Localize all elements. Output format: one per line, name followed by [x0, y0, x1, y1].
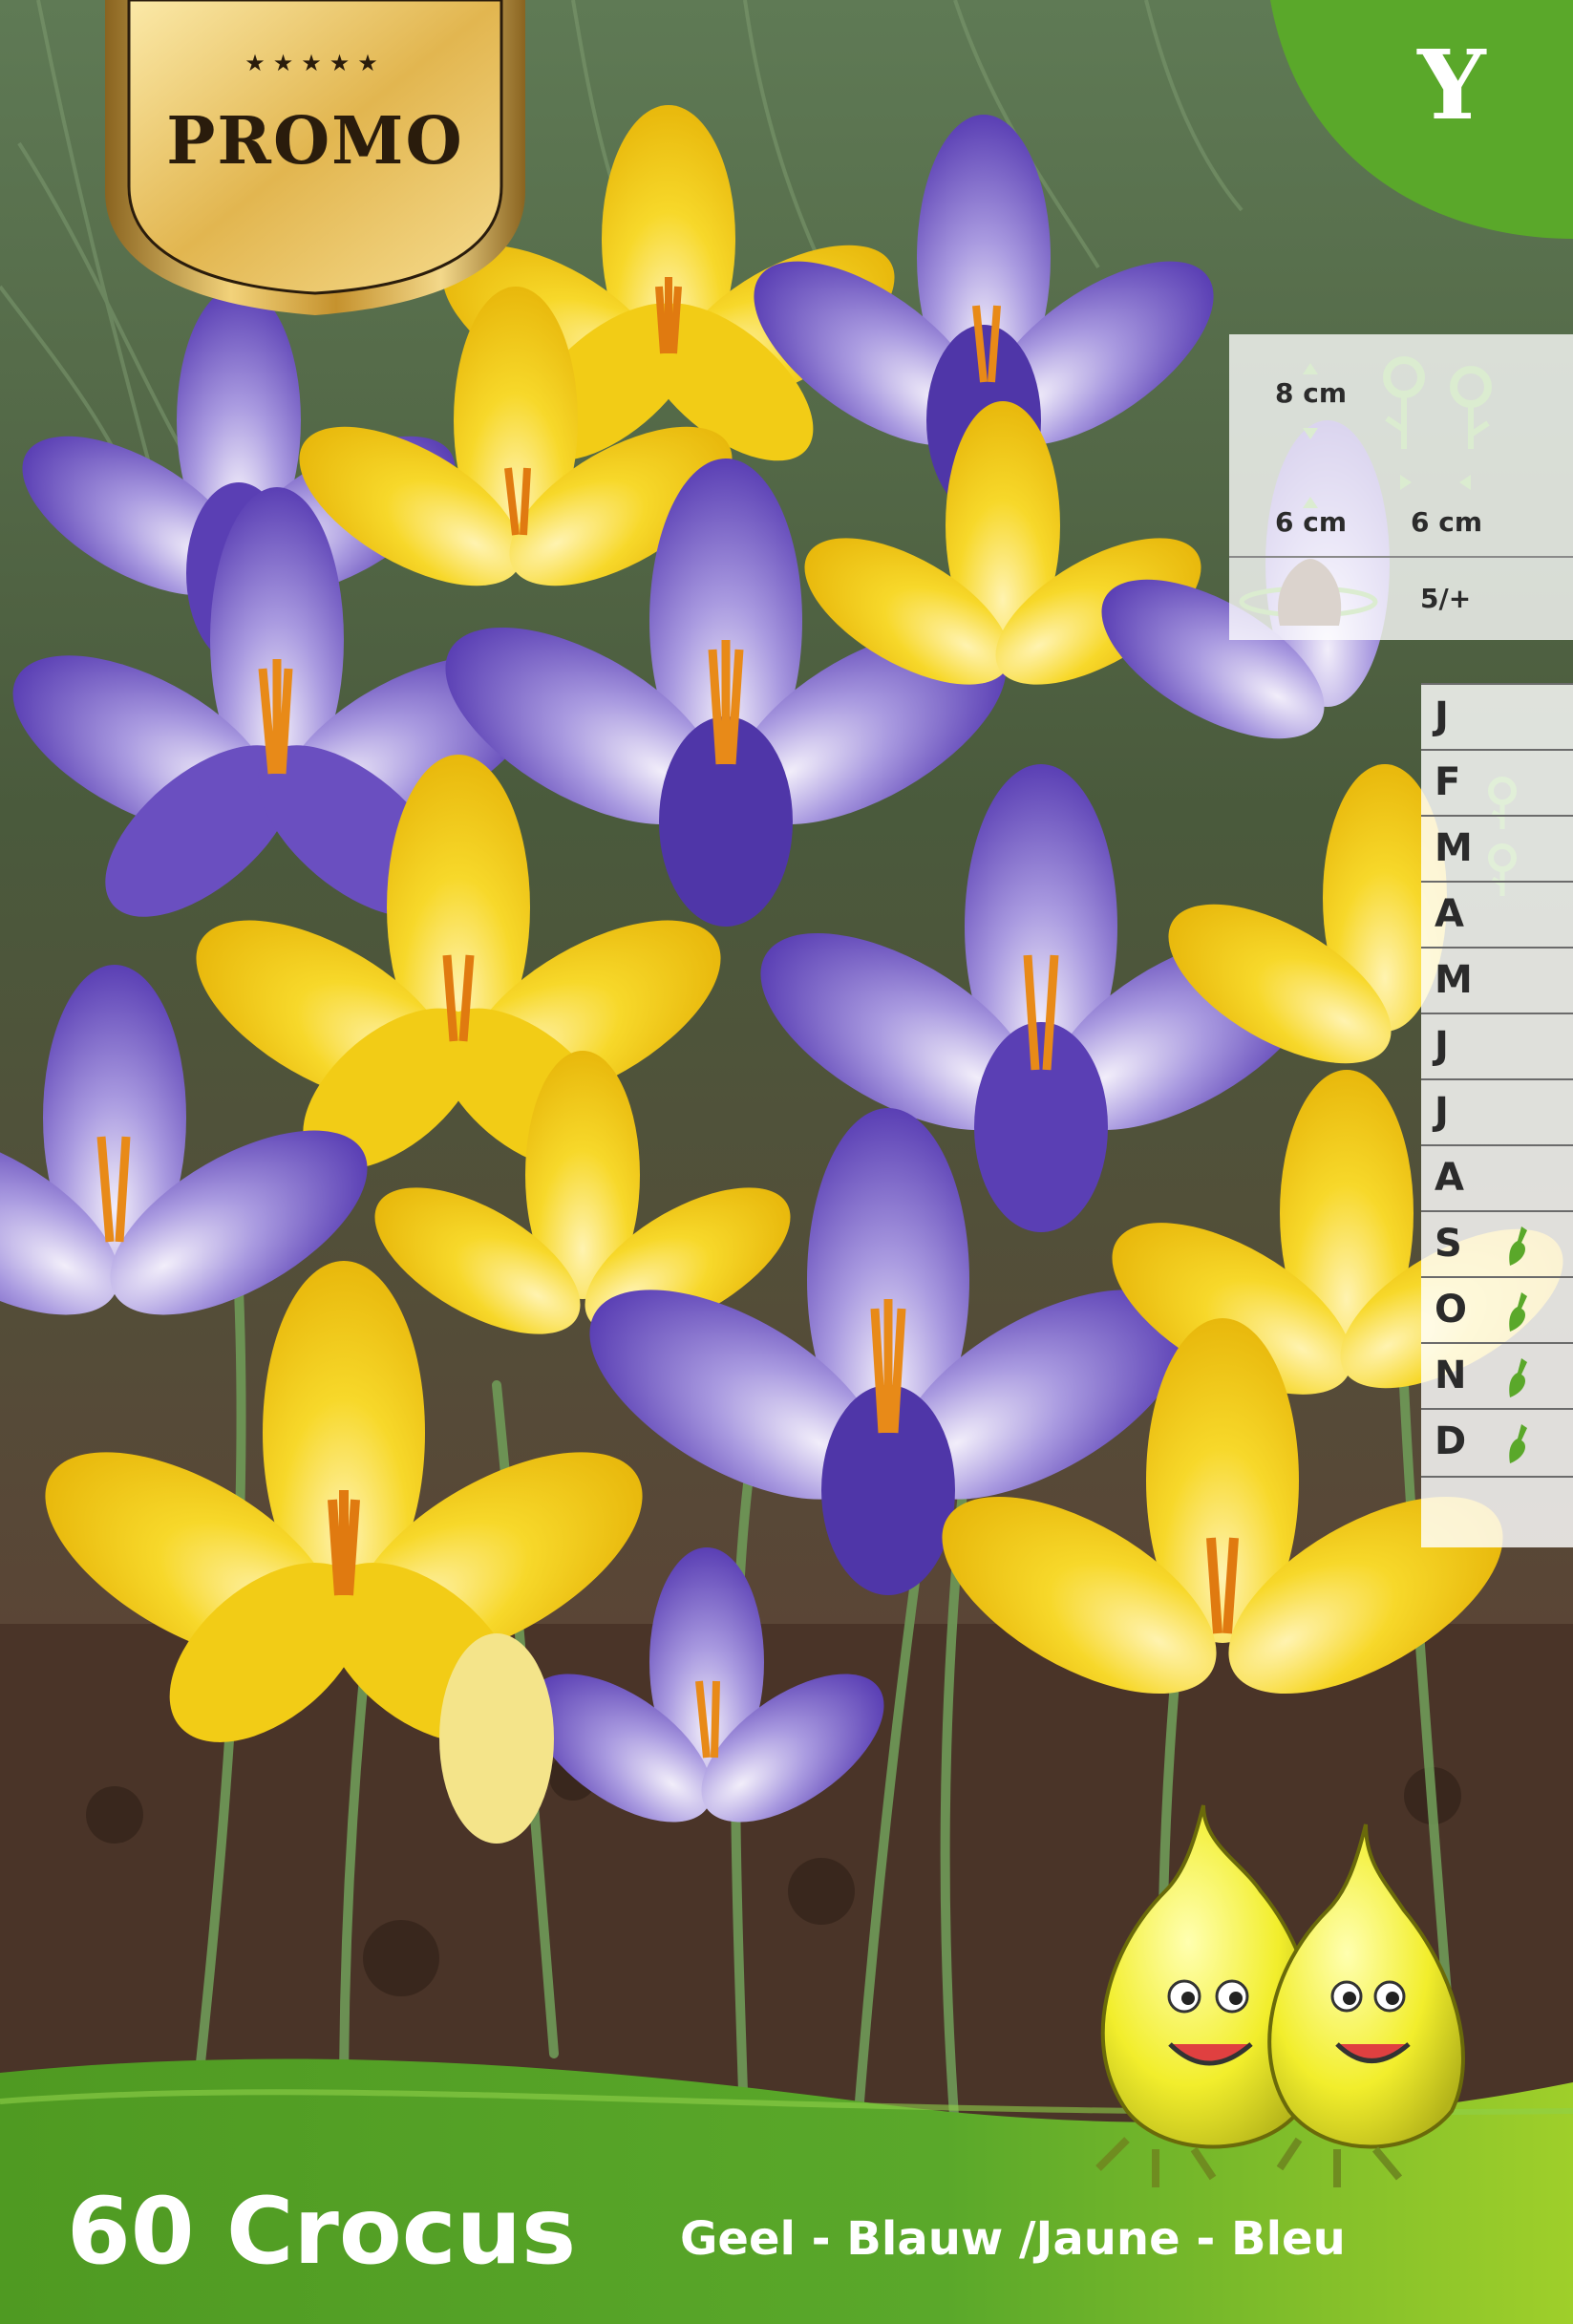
- calendar-month-may: M: [1421, 947, 1573, 1014]
- plant-spacing-label: 6 cm: [1411, 506, 1483, 538]
- month-letter: O: [1435, 1288, 1468, 1332]
- calendar-month-nov: N: [1421, 1342, 1573, 1410]
- promo-badge: ★★★★★ PROMO: [105, 0, 525, 315]
- month-letter: M: [1435, 958, 1473, 1002]
- calendar-month-jul: J: [1421, 1078, 1573, 1146]
- trowel-icon: [1509, 1226, 1527, 1266]
- month-letter: F: [1435, 760, 1461, 804]
- trowel-icon: [1509, 1424, 1527, 1463]
- bulb-size-label: 5/+: [1420, 583, 1472, 614]
- calendar-month-jun: J: [1421, 1013, 1573, 1080]
- trowel-icon: [1509, 1358, 1527, 1397]
- product-title: 60 Crocus: [67, 2178, 577, 2285]
- calendar-month-feb: F: [1421, 749, 1573, 817]
- planting-depth-label: 6 cm: [1275, 506, 1348, 538]
- calendar-month-sep: S: [1421, 1210, 1573, 1278]
- calendar-month-oct: O: [1421, 1276, 1573, 1344]
- planting-info-panel: 8 cm 6 cm 6 cm 5/+: [1229, 334, 1573, 640]
- month-letter: N: [1435, 1354, 1467, 1397]
- promo-label: PROMO: [166, 103, 464, 180]
- month-letter: S: [1435, 1222, 1462, 1266]
- plant-height-label: 8 cm: [1275, 377, 1348, 409]
- variety-code: Y: [1417, 29, 1486, 141]
- calendar-month-jan: J: [1421, 683, 1573, 751]
- product-subtitle: Geel - Blauw /Jaune - Bleu: [680, 2212, 1346, 2266]
- calendar-month-dec: D: [1421, 1408, 1573, 1478]
- month-letter: J: [1435, 1090, 1449, 1134]
- month-letter: J: [1435, 694, 1449, 738]
- trowel-icon: [1509, 1292, 1527, 1332]
- promo-stars: ★★★★★: [244, 50, 386, 76]
- month-letter: J: [1435, 1024, 1449, 1068]
- divider: [1229, 556, 1573, 558]
- calendar-month-aug: A: [1421, 1144, 1573, 1212]
- month-letter: M: [1435, 826, 1473, 870]
- calendar-month-apr: A: [1421, 881, 1573, 949]
- month-letter: A: [1435, 892, 1464, 936]
- planting-calendar: J F M A M J J A S O N D: [1421, 683, 1573, 1547]
- month-letter: A: [1435, 1156, 1464, 1200]
- calendar-month-mar: M: [1421, 815, 1573, 883]
- month-letter: D: [1435, 1419, 1467, 1463]
